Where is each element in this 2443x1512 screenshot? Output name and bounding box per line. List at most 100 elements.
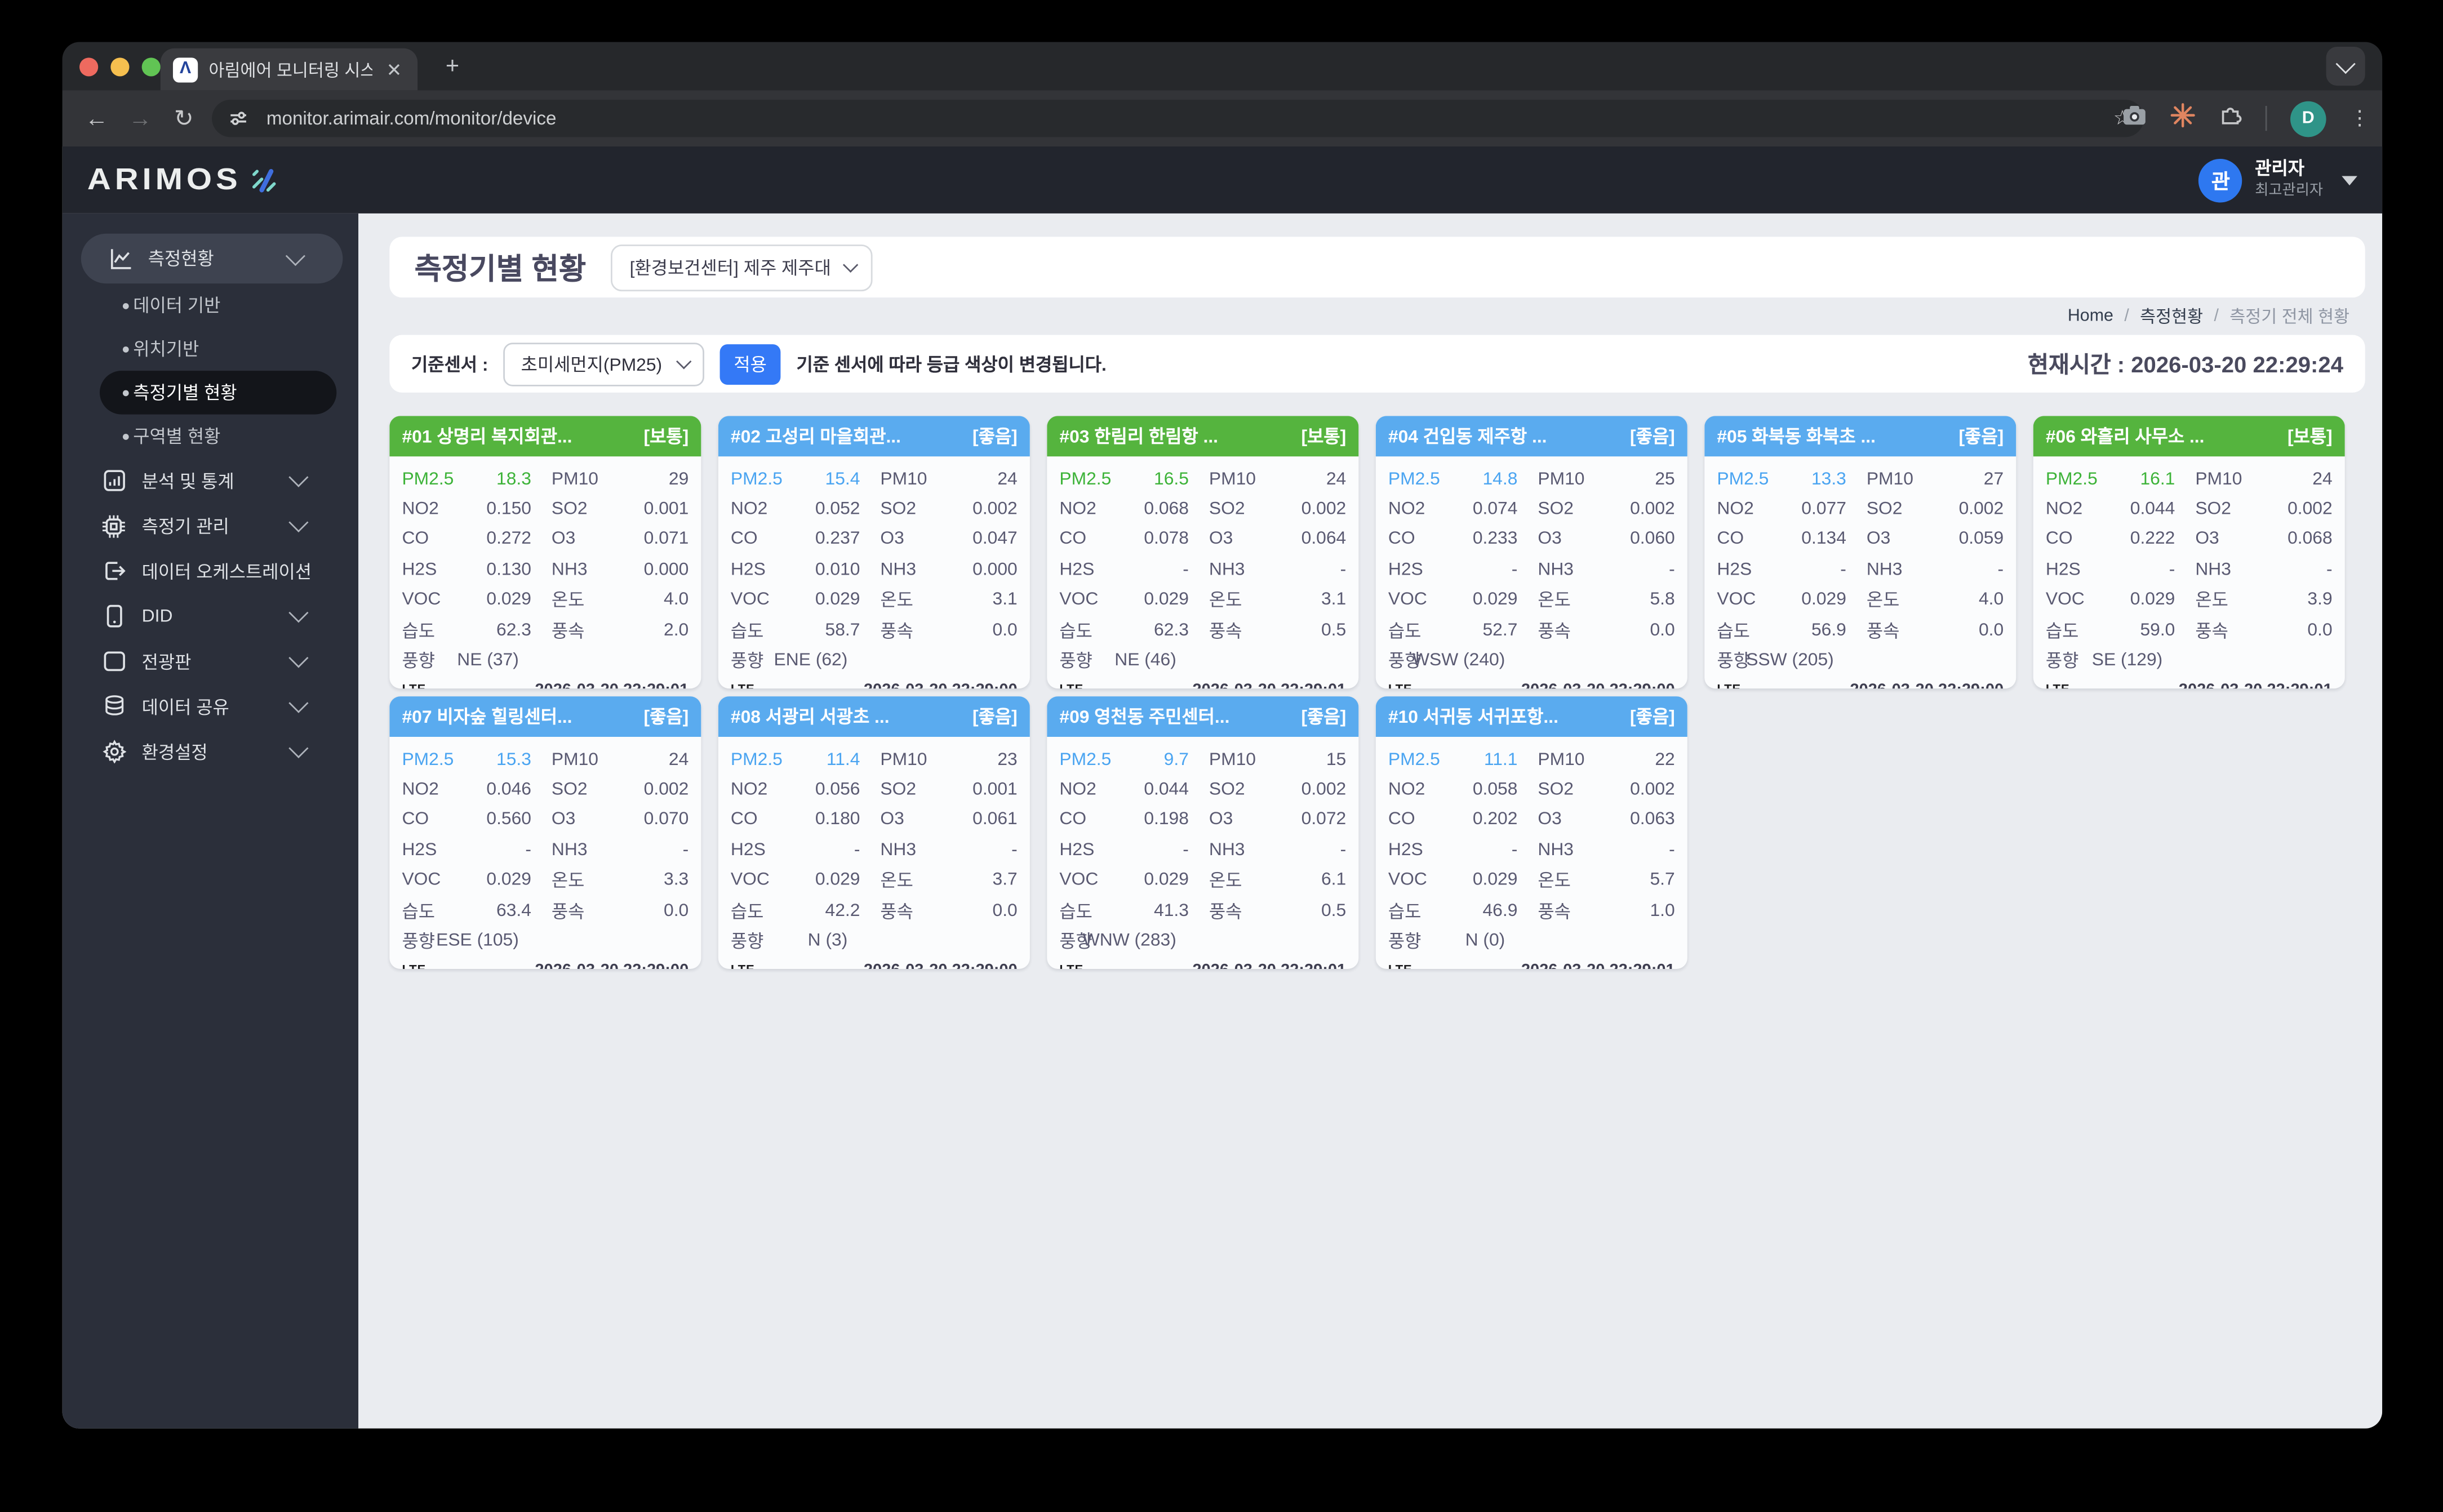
url-bar[interactable]: monitor.arimair.com/monitor/device ☆ bbox=[212, 99, 2144, 137]
filter-help-text: 기준 센서에 따라 등급 색상이 변경됩니다. bbox=[796, 355, 1107, 375]
metric-label: VOC bbox=[1059, 590, 1099, 610]
sidebar-item-device-mgmt[interactable]: 측정기 관리 bbox=[75, 503, 346, 548]
metric-label: NH3 bbox=[1538, 561, 1574, 580]
user-menu[interactable]: 관 관리자 최고관리자 bbox=[2198, 158, 2357, 202]
metric-value: - bbox=[2169, 561, 2175, 580]
new-tab-button[interactable]: + bbox=[446, 55, 459, 78]
device-card[interactable]: #04 건입동 제주항 ... [좋음] PM2.5 14.8 PM10 25 … bbox=[1375, 416, 1687, 689]
sensor-select[interactable]: 초미세먼지(PM25) bbox=[504, 341, 704, 386]
grade-badge: [좋음] bbox=[1629, 709, 1675, 728]
puzzle-extensions-icon[interactable] bbox=[2219, 103, 2242, 134]
grade-badge: [좋음] bbox=[1301, 709, 1347, 728]
sidebar-item-location-based[interactable]: ● 위치기반 bbox=[75, 327, 346, 371]
zoom-window-button[interactable] bbox=[141, 56, 161, 76]
metric-value: 0.0 bbox=[664, 901, 689, 920]
network-badge: LTE bbox=[1717, 683, 1741, 688]
tab-search-button[interactable] bbox=[2326, 46, 2365, 86]
sidebar-item-board[interactable]: 전광판 bbox=[75, 639, 346, 684]
window-controls[interactable] bbox=[79, 56, 161, 76]
device-title: #08 서광리 서광초 ... bbox=[730, 709, 890, 728]
metric-value: 0.029 bbox=[486, 590, 531, 610]
metric-label: PM2.5 bbox=[730, 470, 783, 489]
metric-row: VOC 0.029 온도 3.9 bbox=[2046, 585, 2333, 616]
metric-value: 0.237 bbox=[815, 530, 860, 549]
device-card[interactable]: #03 한림리 한림항 ... [보통] PM2.5 16.5 PM10 24 … bbox=[1047, 416, 1359, 689]
metric-value: 11.4 bbox=[826, 750, 860, 770]
metric-value: - bbox=[1511, 561, 1518, 580]
metric-row: NO2 0.058 SO2 0.002 bbox=[1388, 775, 1675, 805]
refresh-button[interactable]: ↻ bbox=[162, 104, 206, 132]
device-card[interactable]: #06 와흘리 사무소 ... [보통] PM2.5 16.1 PM10 24 … bbox=[2033, 416, 2345, 689]
metric-label: PM2.5 bbox=[402, 750, 454, 770]
grade-badge: [좋음] bbox=[1958, 428, 2004, 447]
browser-tab[interactable]: Λ 아림에어 모니터링 시스템 ✕ bbox=[160, 48, 418, 91]
breadcrumb-section[interactable]: 측정현황 bbox=[2140, 304, 2203, 328]
metric-row: NO2 0.150 SO2 0.001 bbox=[402, 495, 689, 525]
sidebar-item-by-device[interactable]: ● 측정기별 현황 bbox=[99, 371, 337, 415]
metric-row: NO2 0.068 SO2 0.002 bbox=[1059, 495, 1346, 525]
metric-label: 습도 bbox=[1717, 622, 1750, 642]
metric-label: 풍속 bbox=[1538, 902, 1571, 922]
center-selector[interactable]: [환경보건센터] 제주 제주대 bbox=[611, 243, 873, 291]
device-card[interactable]: #09 영천동 주민센터... [좋음] PM2.5 9.7 PM10 15 N… bbox=[1047, 696, 1359, 970]
device-card[interactable]: #02 고성리 마을회관... [좋음] PM2.5 15.4 PM10 24 … bbox=[718, 416, 1030, 689]
sidebar-item-by-zone[interactable]: ● 구역별 현황 bbox=[75, 415, 346, 458]
metric-label: H2S bbox=[1388, 561, 1423, 580]
metric-label: 온도 bbox=[1538, 592, 1571, 611]
metric-value: 1.0 bbox=[1650, 901, 1675, 920]
metric-label: CO bbox=[1388, 530, 1415, 549]
camera-icon[interactable] bbox=[2122, 104, 2147, 134]
site-settings-icon[interactable] bbox=[224, 104, 252, 132]
metric-row-wind: 풍향 ENE (62) bbox=[731, 646, 1018, 676]
metric-row: H2S 0.010 NH3 0.000 bbox=[731, 555, 1018, 585]
tab-close-icon[interactable]: ✕ bbox=[383, 59, 405, 81]
metric-label: SO2 bbox=[551, 780, 588, 799]
starburst-extension-icon[interactable] bbox=[2170, 102, 2195, 135]
metric-label: PM10 bbox=[2195, 470, 2242, 489]
metric-row: VOC 0.029 온도 3.1 bbox=[1059, 585, 1346, 616]
forward-button[interactable]: → bbox=[118, 105, 162, 132]
device-card[interactable]: #08 서광리 서광초 ... [좋음] PM2.5 11.4 PM10 23 … bbox=[718, 696, 1030, 970]
metric-row: VOC 0.029 온도 4.0 bbox=[1717, 585, 2004, 616]
metric-label: NH3 bbox=[2195, 561, 2231, 580]
device-metrics: PM2.5 13.3 PM10 27 NO2 0.077 SO2 0.002 C… bbox=[1704, 456, 2016, 675]
metric-value: 0.002 bbox=[643, 780, 689, 799]
minimize-window-button[interactable] bbox=[110, 56, 130, 76]
close-window-button[interactable] bbox=[79, 56, 99, 76]
sidebar-item-label: 측정현황 bbox=[148, 251, 214, 270]
browser-menu-icon[interactable]: ⋮ bbox=[2349, 106, 2370, 131]
device-card[interactable]: #10 서귀동 서귀포항... [좋음] PM2.5 11.1 PM10 22 … bbox=[1375, 696, 1687, 970]
metric-row: CO 0.222 O3 0.068 bbox=[2046, 524, 2333, 555]
device-card[interactable]: #01 상명리 복지회관... [보통] PM2.5 18.3 PM10 29 … bbox=[389, 416, 701, 689]
arimos-logo[interactable]: ARIMOS bbox=[87, 161, 279, 198]
back-button[interactable]: ← bbox=[75, 105, 118, 132]
device-card[interactable]: #05 화북동 화북초 ... [좋음] PM2.5 13.3 PM10 27 … bbox=[1704, 416, 2016, 689]
breadcrumb-home[interactable]: Home bbox=[2068, 307, 2113, 326]
device-card[interactable]: #07 비자숲 힐링센터... [좋음] PM2.5 15.3 PM10 24 … bbox=[389, 696, 701, 970]
apply-button[interactable]: 적용 bbox=[719, 343, 781, 384]
metric-value: 0.047 bbox=[972, 530, 1018, 549]
chevron-down-icon bbox=[843, 257, 859, 273]
sidebar-item-analytics[interactable]: 분석 및 통계 bbox=[75, 458, 346, 503]
device-card-footer: LTE 2026-03-20 22:29:00 bbox=[718, 675, 1030, 689]
sidebar-item-did[interactable]: DID bbox=[75, 594, 346, 639]
sidebar-item-data-based[interactable]: ● 데이터 기반 bbox=[75, 283, 346, 327]
metric-value: 24 bbox=[2312, 470, 2333, 489]
sidebar-item-data-share[interactable]: 데이터 공유 bbox=[75, 684, 346, 729]
metric-label: 풍속 bbox=[1538, 622, 1571, 642]
sidebar-menu: 측정현황 ● 데이터 기반 ● 위치기반 ● 측정기별 현황 ● 구역별 현황 분석 및 통계 측정… bbox=[62, 213, 359, 1429]
metric-value: 62.3 bbox=[496, 621, 531, 640]
sidebar-item-orchestration[interactable]: 데이터 오케스트레이션 bbox=[75, 548, 346, 593]
network-badge: LTE bbox=[731, 963, 755, 969]
metric-label: O3 bbox=[880, 530, 904, 549]
sidebar-item-status[interactable]: 측정현황 bbox=[81, 233, 343, 284]
browser-profile-avatar[interactable]: D bbox=[2290, 100, 2326, 136]
sidebar-item-settings[interactable]: 환경설정 bbox=[75, 729, 346, 774]
bullet-icon: ● bbox=[121, 385, 130, 401]
chevron-down-icon bbox=[288, 693, 309, 713]
network-badge: LTE bbox=[1059, 683, 1083, 688]
metric-label: 온도 bbox=[1209, 873, 1242, 892]
device-metrics: PM2.5 11.4 PM10 23 NO2 0.056 SO2 0.001 C… bbox=[718, 737, 1030, 956]
metric-row: 습도 62.3 풍속 2.0 bbox=[402, 615, 689, 646]
metric-value: 24 bbox=[668, 750, 689, 770]
